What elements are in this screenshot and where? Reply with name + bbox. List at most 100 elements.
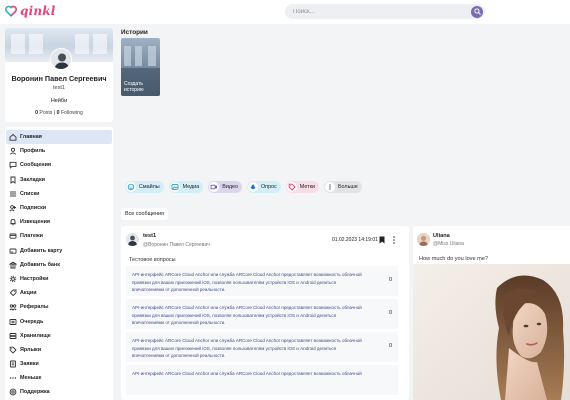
bookmark-icon: [9, 176, 17, 184]
video-icon: [209, 182, 220, 192]
stories-title: Истории: [121, 29, 148, 36]
chat-icon: [9, 161, 17, 170]
sidebar-item-5[interactable]: Списки: [6, 187, 112, 201]
profile-card: Воронин Павел Сергеевич test1 Нейби 0 Po…: [5, 28, 113, 122]
following-label: Following: [61, 110, 83, 116]
filter-chip-label: Метки: [299, 184, 316, 190]
sidebar-item-label: Профиль: [20, 148, 46, 155]
sidebar-item-16[interactable]: Ярлыки: [6, 343, 112, 357]
sidebar-item-label: Заявки: [20, 361, 39, 368]
sidebar-item-14[interactable]: Очередь: [6, 314, 112, 328]
sidebar-item-2[interactable]: Профиль: [6, 144, 112, 158]
create-story-card[interactable]: Создать историю: [121, 38, 160, 96]
queue-icon: [9, 318, 17, 326]
tag-icon: [9, 346, 17, 354]
list-icon: [9, 190, 17, 198]
filter-chip-5[interactable]: Метки: [285, 181, 320, 193]
side-post-avatar[interactable]: [417, 233, 430, 246]
gear-icon: [9, 275, 17, 283]
side-post-image[interactable]: [413, 264, 570, 400]
sidebar-item-label: Очередь: [20, 318, 44, 325]
heart-logo-icon: [5, 5, 17, 17]
filter-chip-3[interactable]: Видео: [208, 181, 242, 193]
sidebar-item-12[interactable]: Акции: [6, 286, 112, 300]
sidebar-item-label: Закладки: [20, 176, 45, 183]
sidebar-item-15[interactable]: Хранилище: [6, 329, 112, 343]
post-author-handle: @Воронин Павел Сергеевич: [143, 242, 210, 248]
sidebar-item-label: Платежи: [20, 233, 43, 240]
filter-chip-6[interactable]: Больше: [324, 181, 362, 193]
sidebar-item-17[interactable]: Заявки: [6, 357, 112, 371]
sidebar-item-label: Ярлыки: [20, 346, 42, 353]
sidebar-item-9[interactable]: Добавить карту: [6, 244, 112, 258]
create-story-label: Создать историю: [124, 81, 144, 93]
search-bar: [285, 4, 485, 19]
home-icon: [9, 133, 17, 141]
poll-icon: [247, 182, 258, 192]
poll-option-count: 0: [388, 277, 392, 283]
more-options-icon[interactable]: [392, 236, 396, 244]
side-post-handle: @Miss Uliana: [433, 241, 464, 247]
post-author-avatar[interactable]: [126, 233, 139, 246]
sidebar-item-18[interactable]: Меньше: [6, 371, 112, 385]
side-post-author[interactable]: Uliana: [433, 233, 450, 239]
search-button[interactable]: [471, 5, 483, 18]
logo[interactable]: qinkl: [5, 4, 56, 18]
filter-chip-label: Больше: [338, 184, 358, 190]
post-text: Тестовое вопросы: [129, 257, 176, 263]
poll-option[interactable]: API-интерфейс ARCore Cloud Anchor или сл…: [126, 365, 398, 395]
poll-option-text: API-интерфейс ARCore Cloud Anchor или сл…: [132, 305, 362, 325]
profile-nickname: test1: [53, 85, 65, 91]
storage-icon: [9, 332, 17, 340]
side-post-text: How much do you love me?: [419, 256, 489, 262]
sidebar-item-3[interactable]: Сообщения: [6, 158, 112, 172]
sidebar-item-11[interactable]: Настройки: [6, 272, 112, 286]
stats-separator: |: [53, 110, 56, 116]
sidebar-menu: Главная Профиль Сообщения Закладки Списки Под…: [5, 127, 113, 400]
filter-chip-label: Медиа: [182, 184, 200, 190]
poll-option[interactable]: API-интерфейс ARCore Cloud Anchor или сл…: [126, 266, 398, 296]
poll-option-count: 0: [388, 310, 392, 316]
tab-all-messages[interactable]: Все сообщения: [121, 208, 168, 220]
logo-text: qinkl: [20, 4, 56, 18]
sidebar-item-label: Настройки: [20, 275, 49, 282]
sidebar-item-label: Подписки: [20, 205, 47, 212]
sidebar-item-label: Извещения: [20, 219, 51, 226]
profile-stats: 0 Posts | 0 Following: [5, 110, 113, 116]
bookmark-icon[interactable]: [379, 236, 385, 244]
sidebar-item-13[interactable]: Рефералы: [6, 300, 112, 314]
poll-option-text: API-интерфейс ARCore Cloud Anchor или сл…: [132, 338, 362, 358]
media-icon: [169, 182, 180, 192]
support-icon: [9, 388, 17, 396]
filter-chip-4[interactable]: Опрос: [246, 181, 281, 193]
sidebar-item-19[interactable]: Поддержка: [6, 385, 112, 399]
poll-option[interactable]: API-интерфейс ARCore Cloud Anchor или сл…: [126, 299, 398, 329]
profile-avatar[interactable]: [50, 48, 72, 70]
sidebar-item-label: Меньше: [20, 375, 42, 382]
smile-icon: [126, 182, 136, 192]
promo-icon: [9, 289, 17, 297]
filter-chip-2[interactable]: Медиа: [168, 181, 204, 193]
post-type-filters: Смайлы Медиа Видео Опрос Метки Больше: [125, 181, 362, 193]
tag-icon: [286, 182, 297, 192]
side-post-card: Uliana @Miss Uliana How much do you love…: [413, 226, 570, 400]
payment-icon: [9, 232, 17, 240]
sidebar-item-8[interactable]: Платежи: [6, 229, 112, 243]
sidebar-item-7[interactable]: Извещения: [6, 215, 112, 229]
filter-chip-label: Видео: [222, 184, 238, 190]
search-input[interactable]: [293, 8, 463, 15]
poll-option[interactable]: API-интерфейс ARCore Cloud Anchor или сл…: [126, 332, 398, 362]
poll-option-count: 0: [388, 343, 392, 349]
poll-option-text: API-интерфейс ARCore Cloud Anchor или сл…: [132, 371, 362, 376]
sidebar-item-4[interactable]: Закладки: [6, 173, 112, 187]
post-author-name[interactable]: test1: [143, 233, 156, 239]
sidebar-item-label: Главная: [20, 134, 42, 141]
sidebar-item-label: Рефералы: [20, 304, 49, 311]
sidebar-item-10[interactable]: Добавить банк: [6, 258, 112, 272]
filter-chip-1[interactable]: Смайлы: [125, 181, 164, 193]
sidebar-item-6[interactable]: Подписки: [6, 201, 112, 215]
filter-chip-label: Смайлы: [139, 184, 160, 190]
sidebar-item-1[interactable]: Главная: [6, 130, 112, 145]
less-icon: [9, 374, 17, 382]
sidebar-item-label: Списки: [20, 190, 40, 197]
